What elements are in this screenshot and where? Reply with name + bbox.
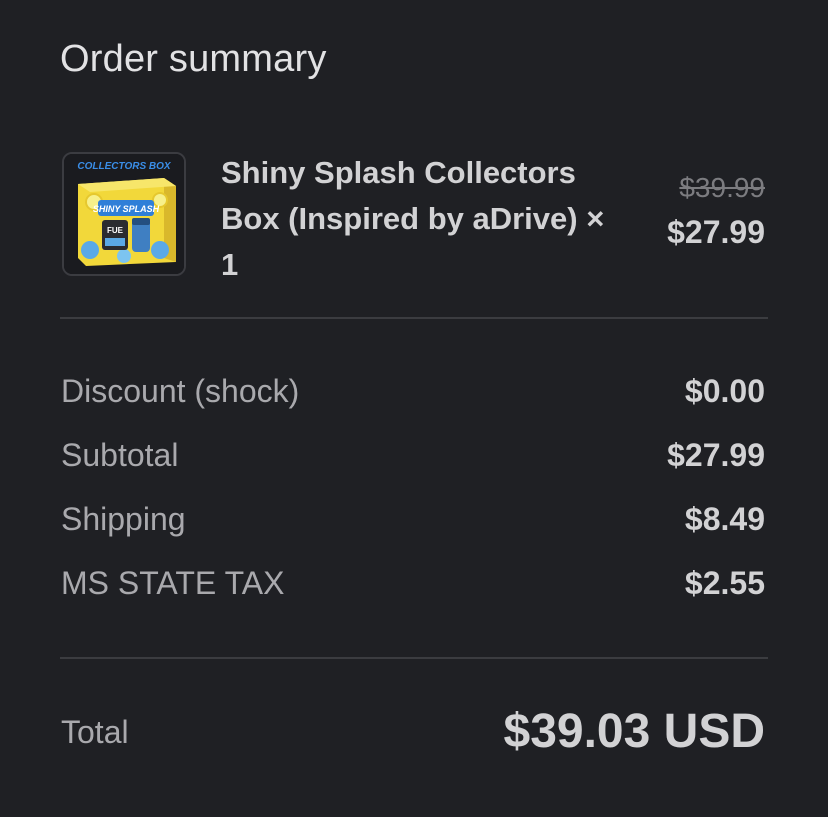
thumb-brand-text: FUE	[107, 226, 124, 235]
shipping-label: Shipping	[61, 501, 186, 537]
order-summary-title: Order summary	[60, 38, 327, 80]
discount-label: Discount (shock)	[61, 373, 300, 409]
shipping-row: Shipping $8.49	[61, 501, 767, 541]
total-value: $39.03 USD	[503, 705, 766, 758]
subtotal-value: $27.99	[667, 437, 765, 473]
order-summary-panel: Order summary COLLECTORS BOX SHINY SPLAS…	[0, 0, 828, 817]
product-name: Shiny Splash Collectors Box (Inspired by…	[221, 155, 605, 282]
thumb-banner-text: COLLECTORS BOX	[77, 161, 171, 172]
discount-row: Discount (shock) $0.00	[61, 373, 767, 413]
subtotal-row: Subtotal $27.99	[61, 437, 767, 477]
original-price: $39.99	[679, 172, 765, 203]
tax-value: $2.55	[684, 565, 765, 601]
thumb-product-text: SHINY SPLASH	[93, 204, 160, 214]
divider	[60, 657, 768, 659]
subtotal-label: Subtotal	[61, 437, 179, 473]
shipping-value: $8.49	[684, 501, 765, 537]
line-item: COLLECTORS BOX SHINY SPLASH FUE Shiny Sp…	[62, 150, 768, 282]
product-box-image: COLLECTORS BOX SHINY SPLASH FUE	[64, 154, 184, 274]
tax-row: MS STATE TAX $2.55	[61, 565, 767, 605]
tax-label: MS STATE TAX	[61, 565, 285, 601]
product-thumbnail: COLLECTORS BOX SHINY SPLASH FUE	[62, 152, 186, 276]
total-label: Total	[61, 714, 129, 750]
sale-price: $27.99	[667, 214, 765, 250]
divider	[60, 317, 768, 319]
discount-value: $0.00	[684, 373, 765, 409]
